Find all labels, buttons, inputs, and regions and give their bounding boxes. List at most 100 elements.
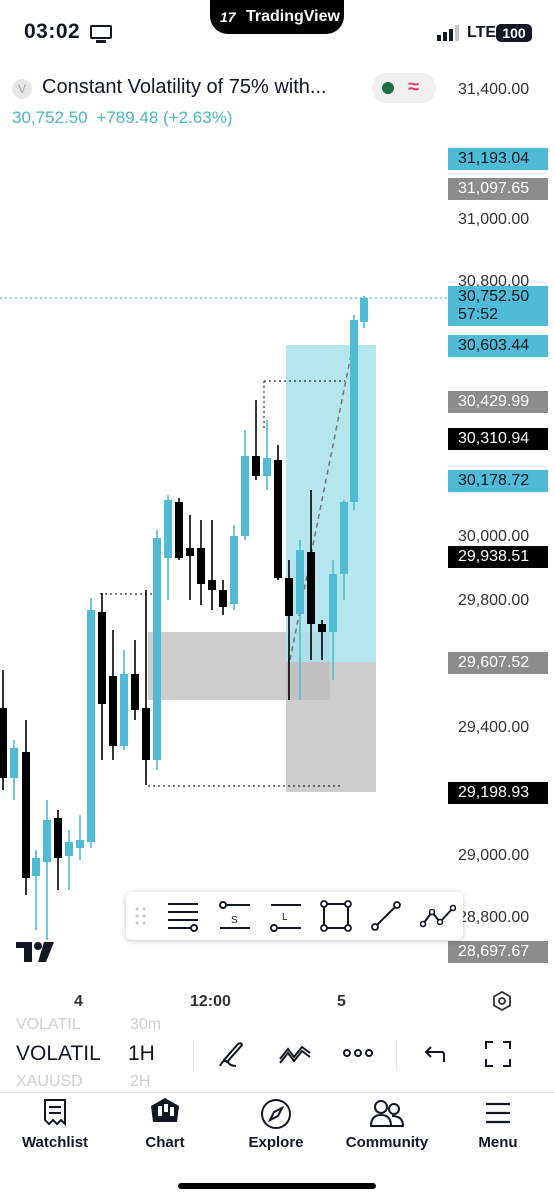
candle-body bbox=[197, 548, 205, 584]
tab-label: Watchlist bbox=[21, 1134, 89, 1151]
candle-body bbox=[54, 818, 62, 858]
tab-menu[interactable] bbox=[442, 1094, 554, 1164]
candle-body bbox=[219, 590, 227, 607]
candle-body bbox=[318, 624, 326, 632]
rectangle-icon[interactable] bbox=[320, 900, 352, 932]
candle-body bbox=[350, 320, 358, 502]
app-pill-label: TradingView bbox=[246, 8, 340, 25]
tab-label: Explore bbox=[248, 1134, 304, 1151]
price-axis-label: 30,000.00 bbox=[458, 528, 530, 545]
candle-body bbox=[87, 610, 95, 842]
undo-icon[interactable] bbox=[422, 1042, 446, 1066]
tab-community[interactable] bbox=[332, 1094, 442, 1164]
candle-body bbox=[307, 552, 315, 624]
candle-body bbox=[296, 550, 304, 614]
candle-body bbox=[186, 548, 194, 556]
candle-body bbox=[98, 612, 106, 704]
candle-body bbox=[22, 752, 30, 878]
price-tag: 29,938.51 bbox=[448, 546, 548, 568]
long-position-icon[interactable]: L bbox=[269, 900, 303, 932]
candle-body bbox=[164, 500, 172, 558]
price-change: +789.48 (+2.63%) bbox=[96, 108, 233, 127]
interval-selector[interactable]: 1H bbox=[128, 1042, 155, 1066]
price-tag: 30,429.99 bbox=[448, 391, 548, 413]
candle-body bbox=[0, 708, 7, 778]
ghost-symbol-above: VOLATIL bbox=[16, 1016, 81, 1033]
ghost-interval-above: 30m bbox=[130, 1016, 162, 1033]
candle-body bbox=[175, 502, 183, 558]
candle-body bbox=[76, 840, 84, 848]
price-tag: 30,310.94 bbox=[448, 428, 548, 450]
horizontal-lines-icon[interactable] bbox=[166, 900, 200, 932]
candle-body bbox=[208, 580, 216, 590]
candle-body bbox=[32, 858, 40, 876]
brush-icon[interactable] bbox=[216, 1038, 246, 1070]
chart-canvas[interactable] bbox=[0, 130, 450, 990]
price-tag: 31,097.65 bbox=[448, 178, 548, 200]
fullscreen-icon[interactable] bbox=[484, 1040, 512, 1068]
time-axis-label: 4 bbox=[74, 993, 83, 1010]
time-axis-label: 5 bbox=[337, 993, 346, 1010]
network-type: LTE bbox=[467, 24, 497, 41]
more-icon[interactable] bbox=[342, 1047, 374, 1059]
candle-body bbox=[329, 574, 337, 632]
menu-icon bbox=[486, 1102, 510, 1124]
screen-mirroring-icon bbox=[90, 25, 112, 43]
tab-label: Menu bbox=[478, 1134, 518, 1151]
tab-watchlist[interactable] bbox=[0, 1094, 110, 1164]
status-time: 03:02 bbox=[24, 20, 81, 43]
price-tag: 28,697.67 bbox=[448, 941, 548, 963]
tradingview-watermark-icon bbox=[16, 942, 54, 962]
ghost-symbol-below: XAUUSD bbox=[16, 1073, 83, 1090]
candle-body bbox=[120, 674, 128, 746]
symbol-selector[interactable]: VOLATIL bbox=[16, 1042, 101, 1066]
candle-body bbox=[65, 842, 73, 856]
home-indicator bbox=[178, 1183, 376, 1189]
price-change-line: 30,752.50 +789.48 (+2.63%) bbox=[12, 108, 232, 128]
candle-body bbox=[153, 538, 161, 760]
trend-line-icon[interactable] bbox=[370, 900, 402, 932]
settings-hexagon-icon[interactable] bbox=[492, 991, 512, 1011]
market-open-dot-icon bbox=[382, 82, 394, 94]
candle-body bbox=[263, 458, 271, 476]
candle-body bbox=[340, 502, 348, 574]
watchlist-icon bbox=[44, 1099, 66, 1127]
candle-body bbox=[274, 460, 282, 578]
price-axis-label: 31,000.00 bbox=[458, 211, 530, 228]
indicators-icon[interactable] bbox=[278, 1041, 312, 1065]
candle-body bbox=[230, 536, 238, 604]
candle-body bbox=[252, 456, 260, 476]
drag-handle-icon[interactable] bbox=[134, 906, 148, 926]
current-price-value: 30,752.50 bbox=[458, 288, 530, 305]
chart-icon bbox=[151, 1098, 179, 1122]
candle-body bbox=[43, 820, 51, 862]
candle-body bbox=[142, 708, 150, 760]
path-icon[interactable] bbox=[420, 900, 456, 932]
price-tag: 30,603.44 bbox=[448, 335, 548, 357]
price-axis-label: 29,800.00 bbox=[458, 592, 530, 609]
last-price: 30,752.50 bbox=[12, 108, 88, 127]
tradingview-logo-icon: 17 bbox=[220, 9, 236, 25]
divider bbox=[193, 1040, 194, 1070]
price-tag: 30,178.72 bbox=[448, 470, 548, 492]
current-price-tag: 30,752.50 57:52 bbox=[448, 286, 548, 326]
short-position-icon[interactable]: S bbox=[218, 900, 252, 932]
symbol-logo[interactable]: V bbox=[12, 79, 32, 99]
short-letter: S bbox=[231, 915, 238, 926]
price-tag: 29,198.93 bbox=[448, 782, 548, 804]
symbol-title[interactable]: Constant Volatility of 75% with... bbox=[42, 76, 327, 99]
tab-chart[interactable] bbox=[110, 1094, 220, 1164]
long-letter: L bbox=[282, 912, 288, 923]
wave-icon: ≈ bbox=[408, 76, 419, 98]
candle-body bbox=[109, 676, 117, 746]
bar-countdown: 57:52 bbox=[458, 306, 499, 323]
compass-icon bbox=[261, 1099, 291, 1129]
price-axis-label: 28,800.00 bbox=[458, 909, 530, 926]
battery-indicator: 100 bbox=[496, 24, 532, 42]
tab-label: Community bbox=[345, 1134, 429, 1151]
tab-explore[interactable] bbox=[220, 1094, 332, 1164]
time-axis-label: 12:00 bbox=[190, 993, 231, 1010]
price-tag: 29,607.52 bbox=[448, 652, 548, 674]
tabbar-divider bbox=[0, 1092, 554, 1093]
candle-body bbox=[241, 456, 249, 536]
